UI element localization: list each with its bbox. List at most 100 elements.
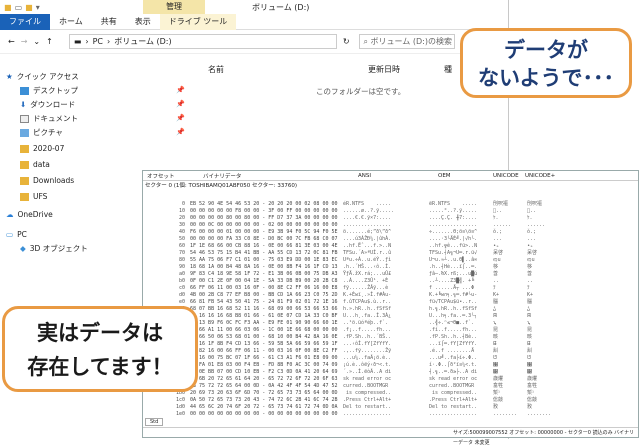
hex-row[interactable]: 1c0 0A 50 72 65 73 73 20 43 - 74 72 6C 2B… <box>143 397 638 404</box>
hex-row[interactable]: d0 4B 00 2B C8 77 EF B8 00 - BB CD 1A 66 … <box>143 292 638 299</box>
properties-icon[interactable]: ▭ <box>15 3 23 12</box>
hex-cell-u1: 敄⁬ <box>493 404 499 410</box>
hex-cell-a1: .Press Ctrl+Alt+ <box>343 397 392 403</box>
breadcrumb-pc[interactable]: PC <box>93 37 103 46</box>
hex-row[interactable]: 1500F 82 16 00 66 FF 06 11 - 00 03 16 0F… <box>143 348 638 355</box>
hex-row[interactable]: 10 00 00 00 00 00 F8 00 00 - 3F 00 FF 00 … <box>143 208 638 215</box>
hex-row[interactable]: 1a063 75 72 72 65 64 00 0D - 0A 42 4F 4F… <box>143 383 638 390</box>
hex-cell-off: 80 <box>178 257 185 263</box>
manage-tab-label[interactable]: 管理 <box>143 0 205 14</box>
dropdown-icon[interactable]: ▾ <box>36 3 40 12</box>
hex-row[interactable]: 1d0 44 65 6C 20 74 6F 20 72 - 65 73 74 61… <box>143 404 638 411</box>
hex-cell-hx: 0E 16 00 75 BC 07 1F 66 - 61 C3 A1 F6 01… <box>190 355 338 361</box>
hex-cell-hx: 4B 00 2B C8 77 EF B8 00 - BB CD 1A 66 23… <box>190 292 338 298</box>
hex-row[interactable]: 180B4 0E BB 07 00 CD 10 EB - F2 C3 0D 0A… <box>143 369 638 376</box>
nav-item-pc[interactable]: ▭ PC <box>6 228 27 241</box>
pin-icon: 📌 <box>176 100 185 108</box>
hex-status-text: サイズ:500099007552 オフセット: 00000000 - セクター0… <box>453 430 635 446</box>
nav-item-documents[interactable]: ドキュメント <box>20 112 78 125</box>
nav-item-desktop[interactable]: デスクトップ <box>20 84 78 97</box>
nav-downloads-label: ダウンロード <box>30 100 76 109</box>
hex-cell-u1: ጊ <box>493 320 497 326</box>
callout-top-line1: データが <box>504 38 588 62</box>
hex-row[interactable]: a0 9F 83 C4 18 9E 58 1F 72 - E1 3B 06 0B … <box>143 271 638 278</box>
tab-drive-tools[interactable]: ドライブ ツール <box>159 13 237 30</box>
column-type[interactable]: 種 <box>444 64 452 75</box>
desktop-folder-icon <box>20 86 29 95</box>
breadcrumb-volume[interactable]: ボリューム (D:) <box>114 36 171 47</box>
hex-row[interactable]: 1b0 20 69 73 20 63 6F 6D 70 - 72 65 73 73… <box>143 390 638 397</box>
hex-row[interactable]: 50 00 00 00 00 FA 33 C0 8E - D0 BC 00 7C … <box>143 236 638 243</box>
nav-item-2020-07[interactable]: 2020-07 <box>20 142 64 155</box>
tab-share[interactable]: 共有 <box>92 14 126 30</box>
nav-item-ufs[interactable]: UFS <box>20 190 47 203</box>
hex-row[interactable]: c0 66 FF 06 11 00 03 16 0F - 00 8E C2 FF … <box>143 285 638 292</box>
forward-icon[interactable]: → <box>21 37 28 46</box>
nav-item-3d-objects[interactable]: ◆ 3D オブジェクト <box>20 242 88 255</box>
nav-data-label: data <box>33 160 50 169</box>
hex-sector-info: セクター 0 (1個: TOSHIBAMQ01ABF050 セクター: 3376… <box>145 183 298 189</box>
hex-row[interactable]: 90 18 68 1A 00 B4 48 8A 16 - 0E 00 8B F4 … <box>143 264 638 271</box>
recent-dropdown-icon[interactable]: ⌄ <box>33 37 40 46</box>
hex-row[interactable]: 14000 16 1F 8B F4 CD 13 66 - 59 5B 5A 66… <box>143 341 638 348</box>
tab-file[interactable]: ファイル <box>0 13 50 30</box>
hex-row[interactable]: 13000 66 50 06 53 68 01 00 - 68 10 00 B4… <box>143 334 638 341</box>
nav-item-onedrive[interactable]: ☁ OneDrive <box>6 208 53 221</box>
hex-cell-u1: ........ <box>493 411 518 417</box>
nav-quick-access[interactable]: ★ クイック アクセス <box>6 70 79 83</box>
hex-cell-a2: ëR.NTFS ..... <box>429 201 478 207</box>
hex-row[interactable]: f068 07 BB 16 68 52 11 16 - 68 09 00 66 … <box>143 306 638 313</box>
address-bar[interactable]: ▬ › PC › ボリューム (D:) <box>68 34 337 49</box>
nav-item-downloads[interactable]: ⬇ ダウンロード <box>20 98 75 111</box>
cloud-icon: ☁ <box>6 210 14 219</box>
hex-row[interactable]: e0 66 81 FB 54 43 50 41 75 - 24 81 F9 02 … <box>143 299 638 306</box>
std-tab[interactable]: Std <box>145 418 164 426</box>
hex-cell-off: 30 <box>178 222 185 228</box>
hex-row[interactable]: 19073 6B 20 72 65 61 64 20 - 65 72 72 6F… <box>143 376 638 383</box>
up-icon[interactable]: ↑ <box>46 37 53 46</box>
hex-cell-u1: 腦 <box>493 299 499 305</box>
hex-header-ansi: ANSI <box>358 172 371 179</box>
nav-item-downloads-folder[interactable]: Downloads <box>20 174 74 187</box>
hex-row[interactable]: 10055 16 16 16 68 B8 01 66 - 61 0E 07 CD… <box>143 313 638 320</box>
hex-row[interactable]: b0 0F 00 C1 2E 0F 00 04 1E - 5A 33 DB B9 … <box>143 278 638 285</box>
nav-desktop-label: デスクトップ <box>33 86 78 95</box>
hex-row[interactable]: 40 F6 00 00 00 01 00 00 00 - E9 3B 94 F0 … <box>143 229 638 236</box>
hex-cell-a2: fü√TCPAu$ü∙..r.. <box>429 299 478 305</box>
back-icon[interactable]: ← <box>8 37 15 46</box>
hex-row[interactable]: 0 EB 52 90 4E 54 46 53 20 - 20 20 20 00 0… <box>143 201 638 208</box>
hex-row[interactable]: 12006 66 A1 11 00 66 03 06 - 1C 00 1E 66… <box>143 327 638 334</box>
hex-cell-a1: ŸƒÄ.žX.rá;...uÛ£ <box>343 271 392 277</box>
folder-icon[interactable]: ■ <box>4 3 12 12</box>
refresh-icon[interactable]: ↻ <box>343 37 350 46</box>
hex-row[interactable]: 70 54 46 53 75 15 B4 41 BB - AA 55 CD 13 … <box>143 250 638 257</box>
nav-pictures-label: ピクチャ <box>33 128 63 137</box>
hex-row[interactable]: 60 1F 1E 68 66 00 CB 88 16 - 0E 00 66 81 … <box>143 243 638 250</box>
hex-cell-a1: .‚..fÿ........Žÿ <box>343 348 392 354</box>
search-input[interactable]: ⌕ ボリューム (D:)の検索 <box>358 34 455 49</box>
tab-home[interactable]: ホーム <box>50 14 92 30</box>
hex-cell-u1: .. <box>493 278 500 284</box>
hex-cell-a1: ....€.€.ÿ×7:.... <box>343 215 392 221</box>
hex-cell-u2: 晐 <box>527 334 533 340</box>
hex-row[interactable]: 170A1 FA 01 E8 03 00 F4 EB - FD 8B F0 AC… <box>143 362 638 369</box>
hex-header-unicode-plus: UNICODE+ <box>525 172 556 179</box>
hex-cell-u1: 倊敲 <box>493 397 504 403</box>
hex-row[interactable]: 80 55 AA 75 06 F7 C1 01 00 - 75 03 E9 DD … <box>143 257 638 264</box>
column-name[interactable]: 名前 <box>208 64 224 75</box>
hex-row[interactable]: 30 00 00 0C 00 00 00 00 00 - 02 00 00 00 … <box>143 222 638 229</box>
nav-item-data[interactable]: data <box>20 158 50 171</box>
column-date[interactable]: 更新日時 <box>368 64 400 75</box>
hex-row[interactable]: 20 00 00 00 00 80 00 80 00 - FF D7 37 3A … <box>143 215 638 222</box>
hex-editor-window: オフセット バイナリデータ ANSI OEM UNICODE UNICODE+ … <box>142 170 639 446</box>
hex-cell-a2: ....·3└ÄÉ╝.|√h└. <box>429 236 478 242</box>
hex-row[interactable]: 1100A 13 B9 F6 0C FC F3 AA - E9 FE 01 90… <box>143 320 638 327</box>
tab-view[interactable]: 表示 <box>126 14 160 30</box>
hex-cell-a1: ..hf.Ëˆ...f.>..N <box>343 243 392 249</box>
hex-row[interactable]: 1600E 16 00 75 BC 07 1F 66 - 61 C3 A1 F6… <box>143 355 638 362</box>
hex-cell-u1: 昆 <box>493 327 499 333</box>
hex-column-header: オフセット バイナリデータ ANSI OEM UNICODE UNICODE+ <box>143 171 638 181</box>
hex-row[interactable]: 1e0 00 00 00 00 00 00 00 00 - 00 00 00 00… <box>143 411 638 418</box>
nav-item-pictures[interactable]: ピクチャ <box>20 126 63 139</box>
new-folder-icon[interactable]: ■ <box>25 3 33 12</box>
